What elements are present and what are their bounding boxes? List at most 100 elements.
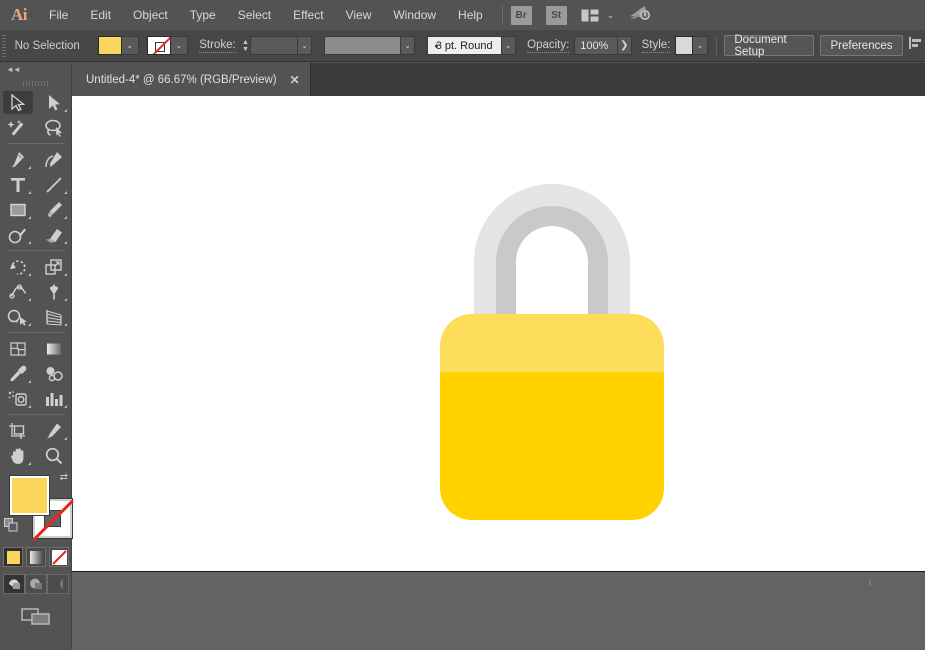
pen-tool[interactable] [0, 147, 36, 172]
symbol-sprayer-tool[interactable] [0, 386, 36, 411]
stroke-weight-stepper[interactable]: ▲ ▼ [241, 36, 251, 55]
document-tab-title: Untitled-4* @ 66.67% (RGB/Preview) [86, 73, 277, 86]
mesh-tool[interactable] [0, 336, 36, 361]
stock-button[interactable]: St [545, 5, 567, 25]
align-panel-icon[interactable] [909, 36, 925, 55]
control-bar-divider [715, 35, 717, 56]
opacity-input[interactable]: 100% [574, 36, 618, 55]
selection-status-label: No Selection [14, 39, 80, 52]
lasso-tool[interactable] [36, 115, 72, 140]
draw-normal-button[interactable] [3, 574, 25, 594]
brush-definition-field[interactable]: 3 pt. Round [426, 36, 502, 55]
stroke-weight-chevron-down-icon[interactable]: ⌄ [298, 36, 313, 55]
eyedropper-tool[interactable] [0, 361, 36, 386]
padlock-illustration[interactable] [410, 176, 694, 531]
document-tab-bar: Untitled-4* @ 66.67% (RGB/Preview) ✕ [72, 63, 925, 96]
curvature-tool[interactable] [36, 147, 72, 172]
tools-divider [7, 414, 65, 415]
artboard-marker [869, 579, 871, 586]
tool-grid [0, 90, 72, 468]
menu-item-type[interactable]: Type [179, 0, 227, 30]
stroke-weight-field[interactable] [250, 36, 299, 55]
perspective-grid-tool[interactable] [36, 304, 72, 329]
hand-tool[interactable] [0, 443, 36, 468]
preferences-button[interactable]: Preferences [820, 35, 903, 56]
stroke-swatch-none[interactable] [146, 36, 171, 55]
draw-inside-button[interactable] [47, 574, 69, 594]
magic-wand-tool[interactable] [0, 115, 36, 140]
style-chevron-down-icon[interactable]: ⌄ [693, 36, 708, 55]
default-fill-stroke-icon[interactable] [4, 518, 19, 538]
paintbrush-tool[interactable] [36, 197, 72, 222]
rectangle-tool[interactable] [0, 197, 36, 222]
illustrator-window: Ai File Edit Object Type Select Effect V… [0, 0, 925, 650]
column-graph-tool[interactable] [36, 386, 72, 411]
scale-tool[interactable] [36, 254, 72, 279]
canvas-area[interactable] [72, 96, 925, 650]
brush-chevron-down-icon[interactable]: ⌄ [501, 36, 516, 55]
shape-builder-tool[interactable] [0, 304, 36, 329]
menu-divider [501, 6, 503, 24]
style-label[interactable]: Style: [641, 39, 671, 53]
tools-divider [7, 143, 65, 144]
selection-tool[interactable] [0, 90, 36, 115]
graphic-style-swatch[interactable] [675, 36, 694, 55]
control-bar-grip[interactable] [0, 30, 8, 62]
gradient-button[interactable] [26, 547, 46, 567]
arrange-documents-icon[interactable] [581, 9, 599, 22]
menu-item-effect[interactable]: Effect [282, 0, 334, 30]
swap-fill-stroke-icon[interactable]: ⇄ [60, 472, 68, 483]
change-screen-mode-button[interactable] [21, 606, 51, 631]
menu-item-view[interactable]: View [335, 0, 383, 30]
tools-divider [7, 250, 65, 251]
blend-tool[interactable] [36, 361, 72, 386]
width-tool[interactable] [0, 279, 36, 304]
color-swatch-button[interactable] [3, 547, 23, 567]
draw-behind-button[interactable] [25, 574, 47, 594]
menu-item-edit[interactable]: Edit [79, 0, 122, 30]
document-tab[interactable]: Untitled-4* @ 66.67% (RGB/Preview) ✕ [72, 63, 311, 96]
menu-item-file[interactable]: File [38, 0, 79, 30]
home-rocket-icon[interactable] [628, 3, 652, 28]
slice-tool[interactable] [36, 418, 72, 443]
fill-color-control[interactable]: ⌄ [97, 36, 139, 55]
shaper-tool[interactable] [0, 222, 36, 247]
fill-color-indicator[interactable] [9, 475, 50, 516]
line-segment-tool[interactable] [36, 172, 72, 197]
draw-mode-buttons [0, 574, 72, 594]
tools-divider [7, 332, 65, 333]
none-button[interactable] [49, 547, 69, 567]
app-logo: Ai [11, 5, 28, 24]
eraser-tool[interactable] [36, 222, 72, 247]
brush-definition-label: 3 pt. Round [435, 39, 493, 52]
artboard[interactable] [72, 96, 925, 572]
tools-panel-grip[interactable] [0, 76, 71, 90]
stroke-chevron-down-icon[interactable]: ⌄ [170, 36, 188, 55]
artboard-tool[interactable] [0, 418, 36, 443]
menu-item-object[interactable]: Object [122, 0, 179, 30]
close-icon[interactable]: ✕ [290, 74, 300, 86]
variable-width-profile-field[interactable] [323, 36, 402, 55]
zoom-tool[interactable] [36, 443, 72, 468]
opacity-label[interactable]: Opacity: [527, 39, 570, 53]
profile-chevron-down-icon[interactable]: ⌄ [401, 36, 416, 55]
rotate-tool[interactable] [0, 254, 36, 279]
menu-item-select[interactable]: Select [227, 0, 282, 30]
direct-selection-tool[interactable] [36, 90, 72, 115]
menu-item-window[interactable]: Window [382, 0, 447, 30]
collapse-panel-icon[interactable]: ◄◄ [0, 62, 71, 76]
arrange-chevron-down-icon[interactable]: ⌄ [607, 10, 615, 21]
fill-swatch[interactable] [97, 36, 122, 55]
fill-chevron-down-icon[interactable]: ⌄ [121, 36, 139, 55]
type-tool[interactable] [0, 172, 36, 197]
gradient-tool[interactable] [36, 336, 72, 361]
menu-item-help[interactable]: Help [447, 0, 494, 30]
stroke-color-control[interactable]: ⌄ [146, 36, 188, 55]
free-transform-tool[interactable] [36, 279, 72, 304]
document-setup-button[interactable]: Document Setup [724, 34, 814, 58]
stroke-weight-label[interactable]: Stroke: [199, 39, 236, 53]
fill-stroke-indicator: ⇄ [0, 472, 74, 544]
control-bar: No Selection ⌄ ⌄ Stroke: ▲ ▼ ⌄ ⌄ 3 pt. Ro… [0, 30, 925, 62]
opacity-options-arrow-icon[interactable]: ❯ [617, 36, 632, 55]
bridge-button[interactable]: Br [510, 5, 532, 25]
